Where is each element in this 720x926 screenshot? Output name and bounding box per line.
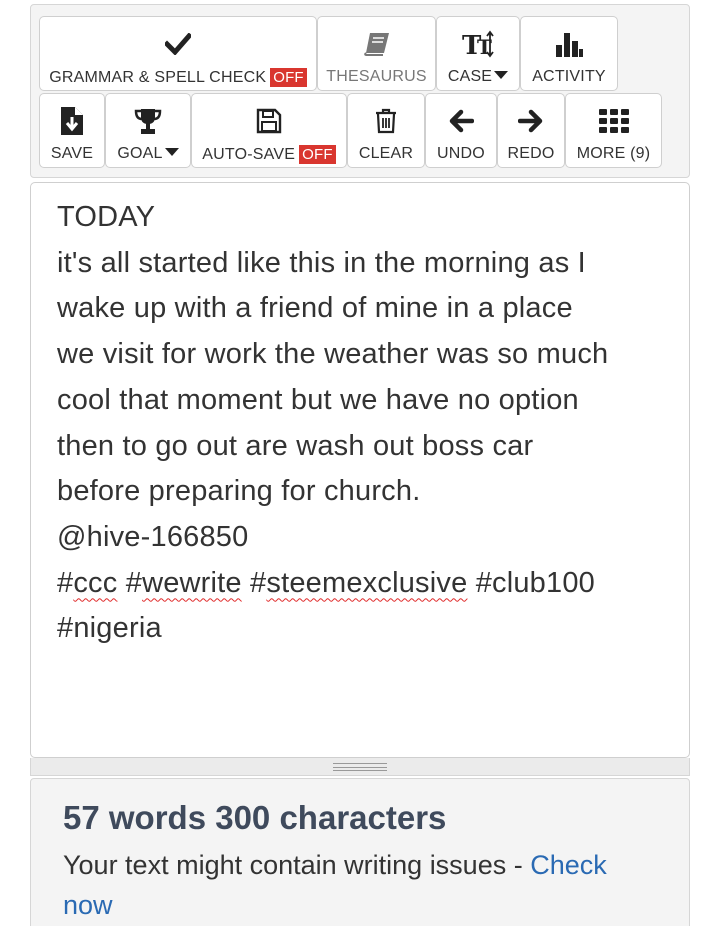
floppy-disk-icon	[256, 106, 282, 136]
hashtag-club100: #club100	[475, 566, 596, 599]
save-button[interactable]: SAVE	[39, 93, 105, 168]
undo-button[interactable]: UNDO	[425, 93, 497, 168]
stats-panel: 57 words 300 characters Your text might …	[30, 778, 690, 926]
hashtag: #	[250, 566, 267, 599]
grammar-check-label: GRAMMAR & SPELL CHECK	[49, 68, 267, 86]
grid-icon	[598, 106, 629, 136]
editor-line: cool that moment but we have no option	[57, 383, 579, 416]
editor-line: TODAY	[57, 201, 156, 233]
hashtag: #	[125, 566, 143, 599]
word-count: 57 words 300 characters	[63, 799, 447, 836]
book-icon	[363, 29, 391, 59]
editor-line: @hive-166850	[57, 520, 249, 553]
grammar-status-badge: OFF	[270, 68, 307, 87]
trash-icon	[375, 106, 397, 136]
thesaurus-button[interactable]: THESAURUS	[317, 16, 436, 91]
chevron-down-icon	[494, 71, 509, 79]
text-editor[interactable]: TODAY it's all started like this in the …	[30, 182, 690, 758]
auto-save-label: AUTO-SAVE	[202, 145, 296, 163]
clear-button[interactable]: CLEAR	[347, 93, 425, 168]
misspelled-tag[interactable]: ccc	[73, 567, 117, 599]
hashtag-line: #ccc #wewrite #steemexclusive #club100	[57, 561, 665, 607]
hashtag-nigeria: #nigeria	[57, 612, 162, 645]
activity-label: ACTIVITY	[532, 68, 606, 85]
clear-label: CLEAR	[358, 145, 414, 162]
activity-button[interactable]: ACTIVITY	[520, 16, 618, 91]
auto-save-status-badge: OFF	[299, 145, 336, 164]
thesaurus-label: THESAURUS	[326, 68, 427, 85]
goal-button[interactable]: GOAL	[105, 93, 191, 168]
case-label: CASE	[447, 68, 493, 85]
chevron-down-icon	[164, 148, 179, 156]
misspelled-tag[interactable]: wewrite	[142, 567, 242, 599]
editor-line: wake up with a friend of mine in a place	[57, 292, 573, 325]
case-button[interactable]: TT CASE	[436, 16, 520, 91]
bar-chart-icon	[555, 29, 583, 59]
editor-line: we visit for work the weather was so muc…	[57, 338, 609, 371]
more-label: MORE (9)	[576, 145, 651, 162]
editor-content[interactable]: TODAY it's all started like this in the …	[57, 195, 665, 652]
save-label: SAVE	[50, 145, 94, 162]
grammar-check-button[interactable]: GRAMMAR & SPELL CHECK OFF	[39, 16, 317, 91]
check-icon	[165, 29, 191, 59]
writing-issues-text: Your text might contain writing issues -	[63, 850, 531, 880]
text-case-icon: TT	[462, 29, 494, 59]
grip-icon	[333, 762, 387, 771]
editor-line: it's all started like this in the mornin…	[57, 246, 586, 279]
arrow-right-icon	[518, 106, 544, 136]
editor-toolbar: GRAMMAR & SPELL CHECK OFF THESAURUS TT C…	[30, 4, 690, 178]
editor-line: before preparing for church.	[57, 475, 421, 508]
more-button[interactable]: MORE (9)	[565, 93, 662, 168]
redo-button[interactable]: REDO	[497, 93, 565, 168]
redo-label: REDO	[507, 145, 555, 162]
writing-issues-message: Your text might contain writing issues -…	[63, 845, 663, 925]
hashtag: #	[57, 566, 74, 599]
auto-save-button[interactable]: AUTO-SAVE OFF	[191, 93, 347, 168]
editor-line: then to go out are wash out boss car	[57, 429, 534, 462]
resize-handle[interactable]	[30, 758, 690, 776]
misspelled-tag[interactable]: steemexclusive	[266, 567, 467, 599]
goal-label: GOAL	[117, 145, 163, 162]
arrow-left-icon	[448, 106, 474, 136]
undo-label: UNDO	[437, 145, 485, 162]
trophy-icon	[134, 106, 162, 136]
file-download-icon	[60, 106, 84, 136]
